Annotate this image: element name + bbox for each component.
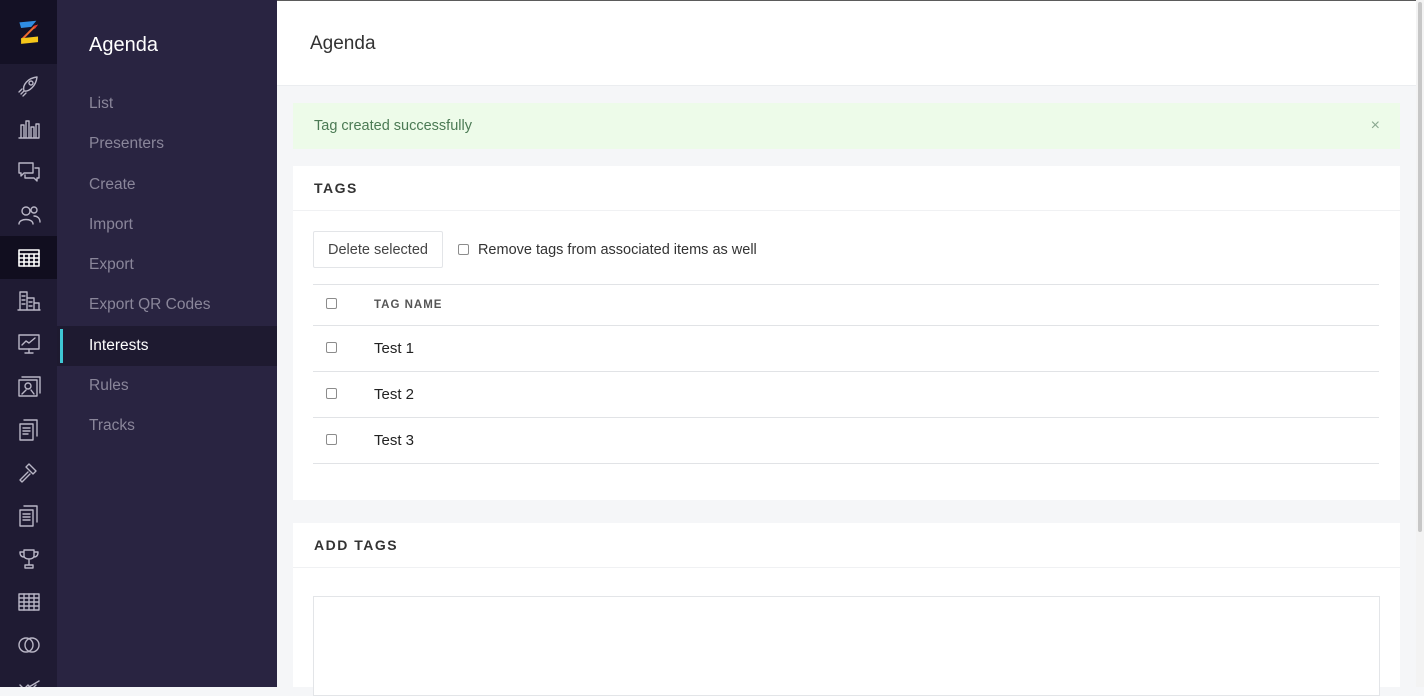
delete-selected-button[interactable]: Delete selected	[313, 231, 443, 268]
tag-name-cell: Test 3	[374, 417, 1379, 464]
alert-message: Tag created successfully	[314, 118, 472, 134]
main-content: Agenda Tag created successfully × TAGS D…	[277, 0, 1416, 696]
add-tags-input[interactable]	[313, 596, 1380, 696]
rail-sessions[interactable]	[0, 322, 57, 365]
presentation-icon	[17, 333, 40, 354]
tag-name-cell: Test 1	[374, 325, 1379, 372]
chat-bubbles-icon	[17, 161, 40, 182]
subnav-title: Agenda	[89, 34, 158, 56]
subnav-list: List Presenters Create Import Export Exp…	[57, 84, 277, 447]
rail-analytics[interactable]	[0, 107, 57, 150]
rail-messages[interactable]	[0, 150, 57, 193]
agenda-subnav: Agenda List Presenters Create Import Exp…	[57, 0, 277, 687]
subnav-item-import[interactable]: Import	[57, 205, 277, 245]
row-checkbox[interactable]	[326, 388, 337, 399]
table-row[interactable]: Test 3	[313, 417, 1379, 464]
table-row[interactable]: Test 2	[313, 371, 1379, 418]
rail-awards[interactable]	[0, 537, 57, 580]
users-icon	[17, 205, 41, 225]
remove-tags-label: Remove tags from associated items as wel…	[477, 241, 757, 258]
row-select-cell	[313, 325, 374, 372]
tags-card: TAGS Delete selected Remove tags from as…	[293, 166, 1400, 500]
success-alert: Tag created successfully ×	[293, 103, 1400, 149]
rocket-icon	[17, 75, 38, 97]
table-header-row: TAG NAME	[313, 284, 1379, 326]
scrollbar-thumb[interactable]	[1418, 2, 1422, 532]
trophy-icon	[18, 548, 39, 569]
subnav-item-presenters[interactable]: Presenters	[57, 124, 277, 164]
rail-agenda[interactable]	[0, 236, 57, 279]
tag-name-cell: Test 2	[374, 371, 1379, 418]
remove-tags-option[interactable]: Remove tags from associated items as wel…	[457, 241, 757, 258]
logo-icon	[18, 20, 38, 44]
row-checkbox[interactable]	[326, 342, 337, 353]
alert-close-icon[interactable]: ×	[1371, 103, 1380, 149]
rail-tools[interactable]	[0, 451, 57, 494]
remove-tags-checkbox[interactable]	[457, 244, 469, 255]
subnav-item-interests[interactable]: Interests	[57, 325, 277, 367]
rail-sponsors[interactable]	[0, 666, 57, 687]
column-header-tag-name[interactable]: TAG NAME	[374, 284, 1379, 326]
tags-toolbar: Delete selected Remove tags from associa…	[313, 231, 757, 268]
sponsor-icon	[18, 679, 40, 687]
app-logo[interactable]	[0, 0, 57, 64]
subnav-item-create[interactable]: Create	[57, 165, 277, 205]
icon-rail	[0, 0, 57, 687]
table-row[interactable]: Test 1	[313, 325, 1379, 372]
documents-icon	[18, 418, 38, 441]
select-all-checkbox[interactable]	[326, 298, 337, 309]
rail-venues[interactable]	[0, 279, 57, 322]
page-title: Agenda	[310, 33, 376, 54]
rail-documents[interactable]	[0, 408, 57, 451]
rail-rocket[interactable]	[0, 64, 57, 107]
rail-integrations[interactable]	[0, 623, 57, 666]
subnav-item-rules[interactable]: Rules	[57, 366, 277, 406]
add-tags-card: ADD TAGS	[293, 523, 1400, 696]
subnav-item-tracks[interactable]: Tracks	[57, 406, 277, 446]
table-icon	[17, 592, 40, 611]
rail-maps[interactable]	[0, 365, 57, 408]
subnav-item-list[interactable]: List	[57, 84, 277, 124]
bar-chart-icon	[17, 119, 40, 139]
select-all-cell	[313, 284, 374, 326]
reports-icon	[18, 504, 38, 527]
add-tags-heading: ADD TAGS	[293, 523, 1400, 568]
tags-table: TAG NAME Test 1 Test 2 Test 3	[313, 284, 1379, 464]
map-gallery-icon	[17, 375, 41, 397]
rings-icon	[17, 636, 40, 653]
rail-people[interactable]	[0, 193, 57, 236]
rail-reports[interactable]	[0, 494, 57, 537]
row-checkbox[interactable]	[326, 434, 337, 445]
subnav-item-export[interactable]: Export	[57, 245, 277, 285]
page-scrollbar[interactable]	[1416, 0, 1424, 687]
calendar-grid-icon	[17, 248, 40, 267]
rail-tables[interactable]	[0, 580, 57, 623]
row-select-cell	[313, 417, 374, 464]
row-select-cell	[313, 371, 374, 418]
page-header: Agenda	[277, 0, 1416, 86]
subnav-item-export-qr-codes[interactable]: Export QR Codes	[57, 285, 277, 325]
buildings-icon	[16, 290, 41, 311]
hammer-icon	[18, 462, 37, 483]
tags-heading: TAGS	[293, 166, 1400, 211]
